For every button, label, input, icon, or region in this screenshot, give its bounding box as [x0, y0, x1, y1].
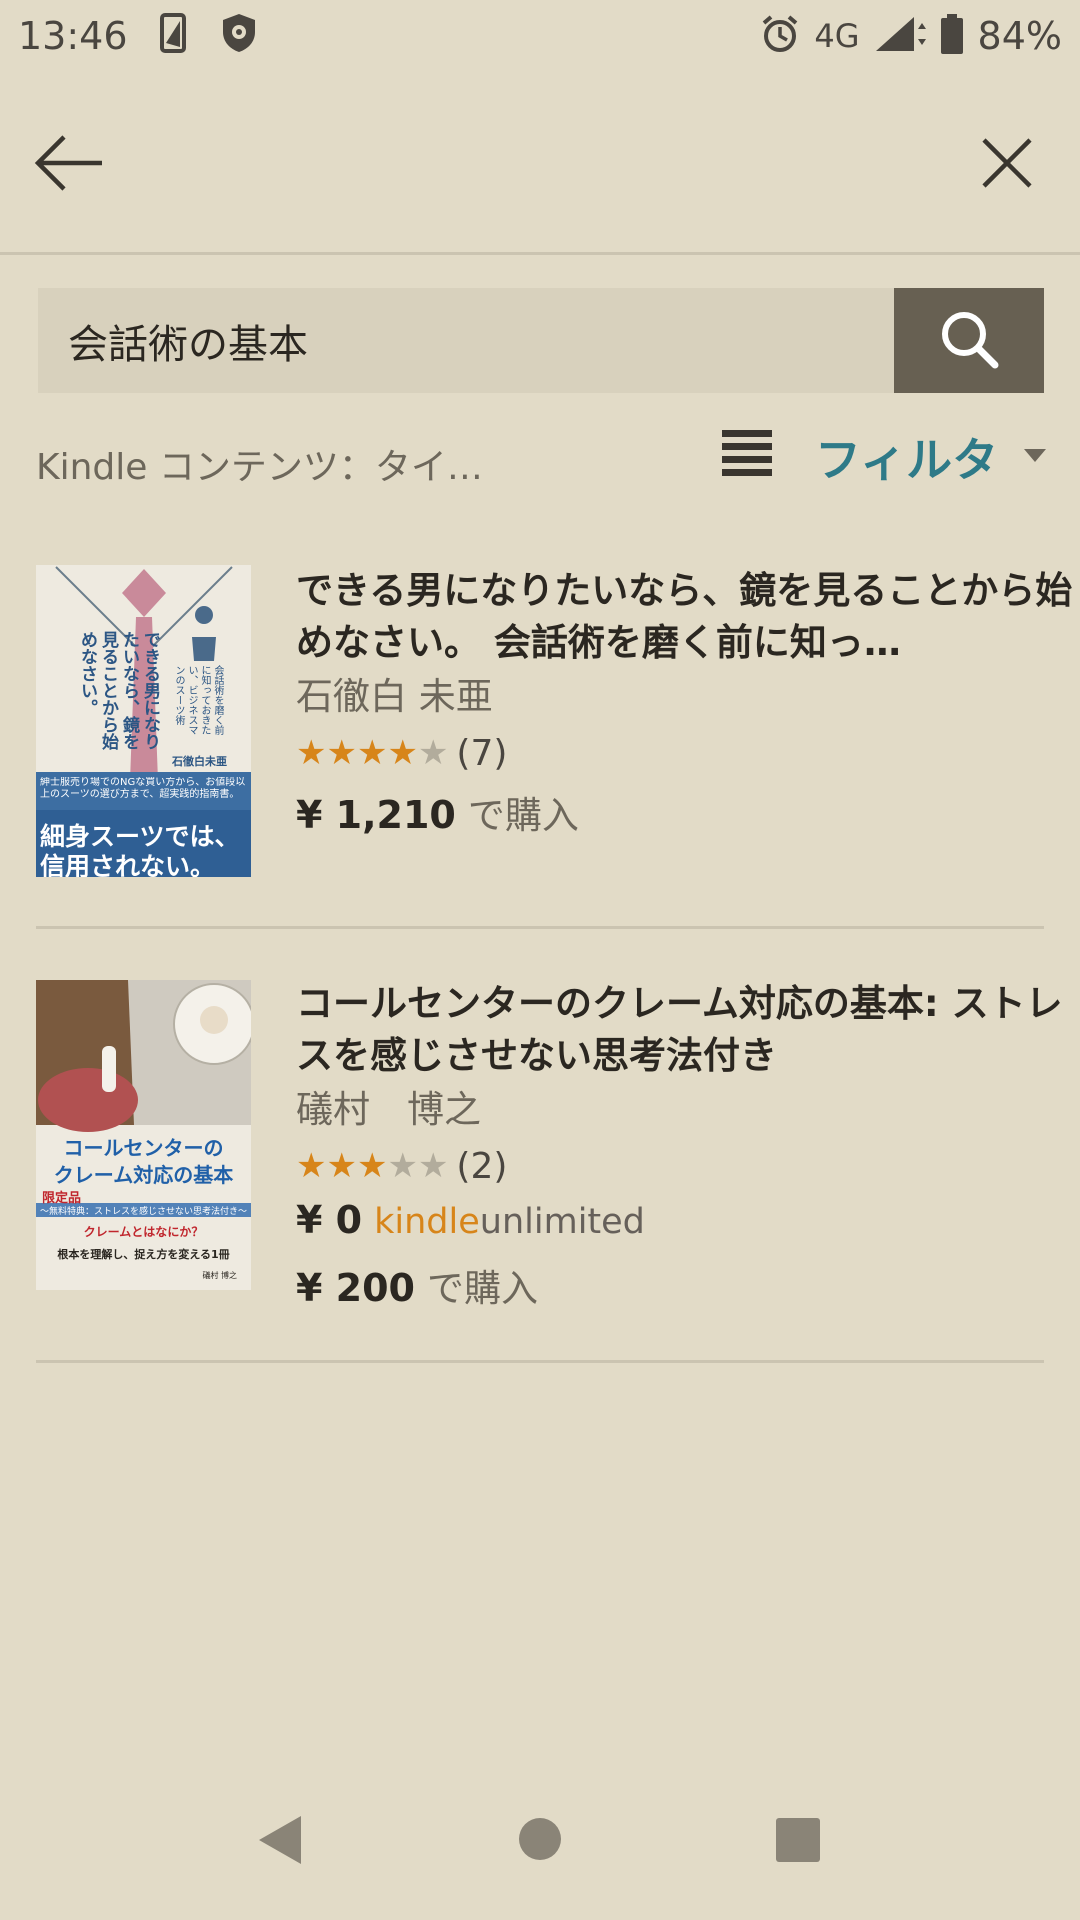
cover-question: クレームとはなにか？	[83, 1225, 204, 1239]
search-icon	[938, 308, 1000, 374]
price-row: ¥ 1,210 で購入	[296, 785, 1080, 839]
star-empty-icon: ★	[417, 733, 449, 773]
book-cover[interactable]: コールセンターの クレーム対応の基本 限定品 〜無料特典：ストレスを感じさせない…	[36, 980, 251, 1290]
star-empty-icon: ★	[387, 1146, 418, 1186]
shield-bug-icon	[220, 12, 258, 58]
cover-subtitle-text: 会話術を磨く前に知っておきたい、ビジネスマンのスーツ術	[173, 665, 223, 735]
cover-tagline: 根本を理解し、捉え方を変える1冊	[57, 1248, 230, 1261]
search-button[interactable]	[894, 288, 1044, 393]
star-filled-icon: ★	[296, 733, 327, 773]
result-divider	[36, 926, 1044, 929]
result-info: できる男になりたいなら、鏡を見ることから始めなさい。 会話術を磨く前に知っ… 石…	[296, 565, 1080, 839]
nav-bar	[0, 1790, 1080, 1920]
back-button[interactable]	[30, 128, 110, 198]
star-filled-icon: ★	[326, 733, 357, 773]
cover-author-text: 石徹白未亜	[172, 755, 227, 768]
filter-label: フィルタ	[815, 433, 999, 487]
book-author: 石徹白 未亜	[296, 675, 493, 718]
star-filled-icon: ★	[296, 1146, 327, 1186]
app-bar	[0, 100, 1080, 250]
filter-button[interactable]: フィルタ	[815, 424, 1047, 490]
status-bar: 13:46 4G 84%	[0, 0, 1080, 76]
cover-title-text: できる男になりたいなら、鏡を見ることから始めなさい。	[77, 631, 160, 750]
battery-percent: 84%	[977, 14, 1062, 58]
kindle-unlimited-logo: kindleunlimited	[374, 1202, 645, 1242]
list-view-button[interactable]	[722, 428, 772, 480]
rating-count: (2)	[456, 1145, 508, 1187]
home-circle-icon[interactable]	[518, 1817, 562, 1865]
buy-label: で購入	[467, 794, 579, 837]
list-view-icon	[722, 430, 772, 484]
cover-title-line2: クレーム対応の基本	[53, 1163, 234, 1187]
close-icon	[980, 138, 1034, 194]
star-empty-icon: ★	[417, 1146, 449, 1186]
cover-banner: 〜無料特典：ストレスを感じさせない思考法付き〜	[39, 1207, 247, 1217]
result-item[interactable]: コールセンターの クレーム対応の基本 限定品 〜無料特典：ストレスを感じさせない…	[36, 978, 1063, 1310]
price-row: ¥ 0 kindleunlimited	[296, 1198, 1080, 1252]
cover-author-text: 礒村 博之	[202, 1271, 237, 1280]
header-divider	[0, 252, 1080, 255]
battery-icon	[940, 14, 964, 58]
status-time: 13:46	[18, 14, 128, 58]
cover-title-line1: コールセンターの	[63, 1136, 224, 1160]
result-divider	[36, 1360, 1044, 1363]
cover-band-line2: 信用されない。	[40, 852, 216, 877]
search-box	[38, 288, 894, 393]
rating-count: (7)	[456, 732, 508, 774]
arrow-left-icon	[30, 135, 110, 202]
star-filled-icon: ★	[387, 733, 418, 773]
star-filled-icon: ★	[326, 1146, 357, 1186]
result-item[interactable]: できる男になりたいなら、鏡を見ることから始めなさい。 会話術を磨く前に知っておき…	[36, 565, 1072, 880]
buy-label: で購入	[427, 1267, 538, 1310]
phone-frame-icon	[160, 13, 186, 57]
recents-square-icon[interactable]	[776, 1818, 820, 1866]
book-title[interactable]: できる男になりたいなら、鏡を見ることから始めなさい。 会話術を磨く前に知っ…	[296, 565, 1080, 669]
result-info: コールセンターのクレーム対応の基本: ストレスを感じさせない思考法付き 礒村 博…	[296, 978, 1080, 1312]
book-cover[interactable]: できる男になりたいなら、鏡を見ることから始めなさい。 会話術を磨く前に知っておき…	[36, 565, 251, 877]
close-button[interactable]	[980, 136, 1034, 190]
price: ¥ 200	[296, 1266, 415, 1310]
book-author: 礒村 博之	[296, 1088, 481, 1131]
cover-blurb-text: 紳士服売り場でのNGな買い方から、お値段以上のスーツの選び方まで、超実践的指南書…	[40, 777, 246, 800]
price-row: ¥ 200 で購入	[296, 1258, 1080, 1312]
star-filled-icon: ★	[356, 733, 388, 773]
network-type: 4G	[814, 17, 860, 55]
book-title[interactable]: コールセンターのクレーム対応の基本: ストレスを感じさせない思考法付き	[296, 978, 1080, 1082]
price: ¥ 0	[296, 1198, 363, 1242]
alarm-icon	[760, 14, 800, 58]
search-scope-label[interactable]: Kindle コンテンツ：タイ…	[36, 438, 483, 490]
star-filled-icon: ★	[356, 1146, 388, 1186]
caret-down-icon	[1024, 448, 1047, 467]
ku-logo-kindle: kindle	[374, 1202, 480, 1242]
rating: ★ ★ ★ ★ ★ (2)	[296, 1140, 1080, 1192]
back-triangle-icon[interactable]	[255, 1812, 305, 1872]
ku-logo-unlimited: unlimited	[479, 1202, 645, 1242]
price: ¥ 1,210	[296, 793, 456, 837]
signal-icon	[874, 15, 926, 57]
rating: ★ ★ ★ ★ ★ (7)	[296, 727, 1080, 779]
search-input[interactable]	[68, 288, 868, 393]
